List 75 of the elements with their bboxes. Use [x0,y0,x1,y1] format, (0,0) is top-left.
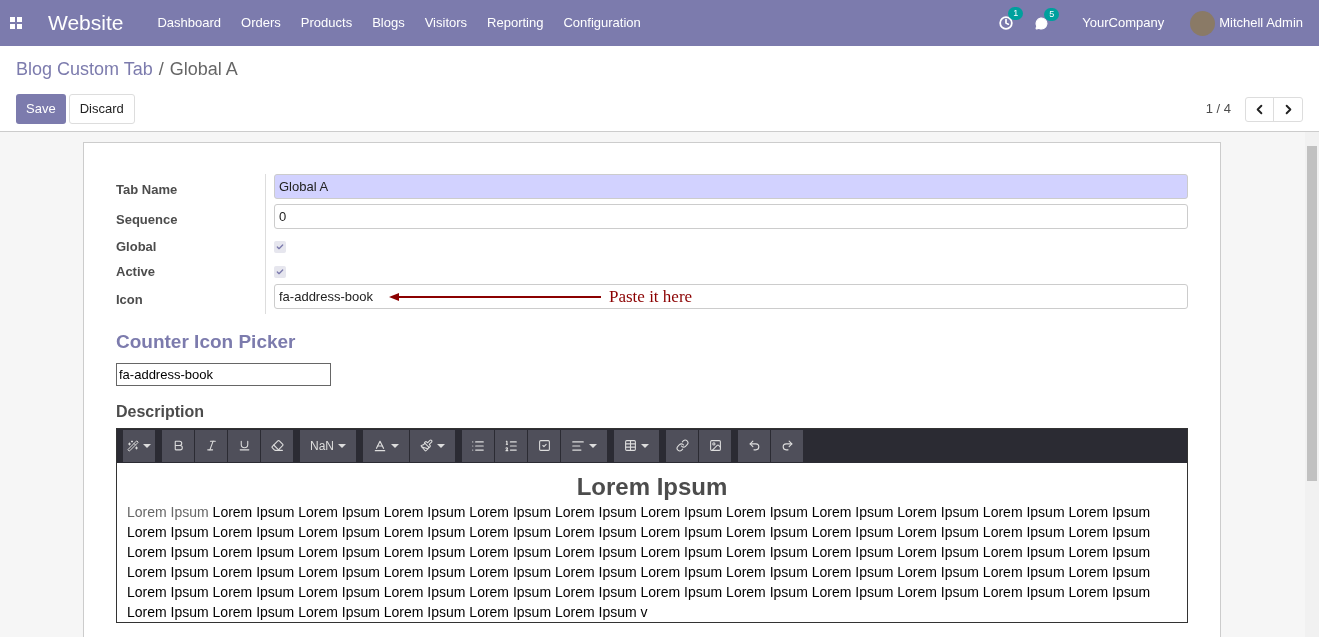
redo-button[interactable] [771,429,804,462]
link-button[interactable] [666,429,699,462]
activity-count-badge: 1 [1008,7,1024,20]
user-menu[interactable]: Mitchell Admin [1219,13,1303,33]
magic-wand-button[interactable] [123,429,156,462]
eraser-icon [270,439,284,452]
italic-icon [204,439,218,452]
company-switcher[interactable]: YourCompany [1082,13,1165,33]
image-button[interactable] [699,429,732,462]
numbered-list-icon [504,438,518,453]
save-button[interactable]: Save [16,94,66,124]
align-icon [571,438,585,453]
field-label: Global [116,237,157,256]
avatar-placeholder [1190,10,1216,36]
check-icon [276,267,284,276]
annotation-text: Paste it here [609,285,693,308]
caret-icon [391,443,399,448]
nav-menu-item[interactable]: Visitors [414,13,478,33]
nav-menu-item[interactable]: Products [290,13,363,33]
brush-button[interactable] [410,429,456,462]
content-paragraph: Lorem Ipsum Lorem Ipsum Lorem Ipsum Lorem Ipsum Lorem Ipsum Lorem Ipsum Lorem Ipsum Lorem Ipsum Lorem Ipsum Lorem Ipsum Lorem Ipsum Lorem Ipsum Lorem Ipsum Lorem Ipsum Lorem Ipsum Lorem Ipsum Lorem Ipsum Lorem Ipsum Lorem Ipsum Lorem Ipsum Lorem Ipsum Lorem Ipsum Lorem Ipsum Lorem Ipsum Lorem Ipsum Lorem Ipsum Lorem Ipsum Lorem Ipsum Lorem Ipsum Lorem Ipsum Lorem Ipsum Lorem Ipsum Lorem Ipsum Lorem Ipsum Lorem Ipsum Lorem Ipsum Lorem Ipsum Lorem Ipsum Lorem Ipsum Lorem Ipsum Lorem Ipsum Lorem Ipsum Lorem Ipsum Lorem Ipsum Lorem Ipsum Lorem Ipsum Lorem Ipsum Lorem Ipsum Lorem Ipsum Lorem Ipsum Lorem Ipsum Lorem Ipsum Lorem Ipsum Lorem Ipsum Lorem Ipsum Lorem Ipsum Lorem Ipsum Lorem Ipsum Lorem Ipsum Lorem Ipsum Lorem Ipsum Lorem Ipsum Lorem Ipsum Lorem Ipsum Lorem Ipsum Lorem Ipsum v [127,502,1152,622]
activity-icon[interactable] [999,16,1014,30]
nav-menu-item[interactable]: Blogs [362,13,415,33]
bullet-list-button[interactable] [462,429,495,462]
breadcrumb-current: Global A [169,58,238,81]
font-color-button[interactable] [363,429,410,462]
checklist-button[interactable] [528,429,561,462]
chat-icon[interactable] [1035,16,1049,30]
field-label: Sequence [116,212,178,227]
bold-button[interactable] [162,429,195,462]
section-title: Counter Icon Picker [116,330,297,354]
caret-icon [338,443,346,448]
caret-icon [437,443,445,448]
discard-button[interactable]: Discard [68,94,135,124]
caret-icon [143,443,151,448]
field-label: Tab Name [116,182,178,197]
underline-icon [237,439,251,452]
breadcrumb-link[interactable]: Blog Custom Tab [16,56,153,83]
checkbox[interactable] [274,265,286,278]
italic-button[interactable] [195,429,228,462]
font-size-dropdown[interactable]: NaN [300,429,357,462]
text-field[interactable]: 0 [274,204,1188,229]
checkbox[interactable] [274,240,286,253]
check-icon [276,242,284,251]
numbered-list-button[interactable] [495,429,528,462]
table-icon [624,439,637,452]
nav-menu-item[interactable]: Dashboard [147,13,232,33]
underline-button[interactable] [228,429,261,462]
eraser-button[interactable] [261,429,294,462]
redo-icon [780,439,794,452]
text-field[interactable]: Global A [274,174,1188,199]
bullet-list-icon [471,438,485,453]
description-label: Description [116,401,205,422]
table-button[interactable] [614,429,660,462]
apps-menu-icon[interactable] [10,17,22,29]
field-label: Active [116,262,156,281]
checkbox-icon [537,439,551,452]
nav-menu-item[interactable]: Reporting [477,13,554,33]
wand-icon [127,439,139,452]
image-icon [708,439,722,452]
nav-menu-item[interactable]: Orders [231,13,291,33]
pager-value: 1 / 4 [1205,100,1231,119]
nav-menu-item[interactable]: Configuration [553,13,651,33]
content-heading: Lorem Ipsum [575,472,729,501]
align-button[interactable] [561,429,608,462]
message-count-badge: 5 [1044,7,1060,21]
breadcrumb-separator: / [158,58,164,81]
caret-icon [589,443,597,448]
icon-picker-field[interactable]: fa-address-book [116,362,331,386]
caret-icon [641,443,649,448]
link-icon [675,439,689,452]
field-label: Icon [116,292,143,307]
undo-icon [747,439,761,452]
app-title: Website [48,10,124,37]
undo-button[interactable] [738,429,771,462]
